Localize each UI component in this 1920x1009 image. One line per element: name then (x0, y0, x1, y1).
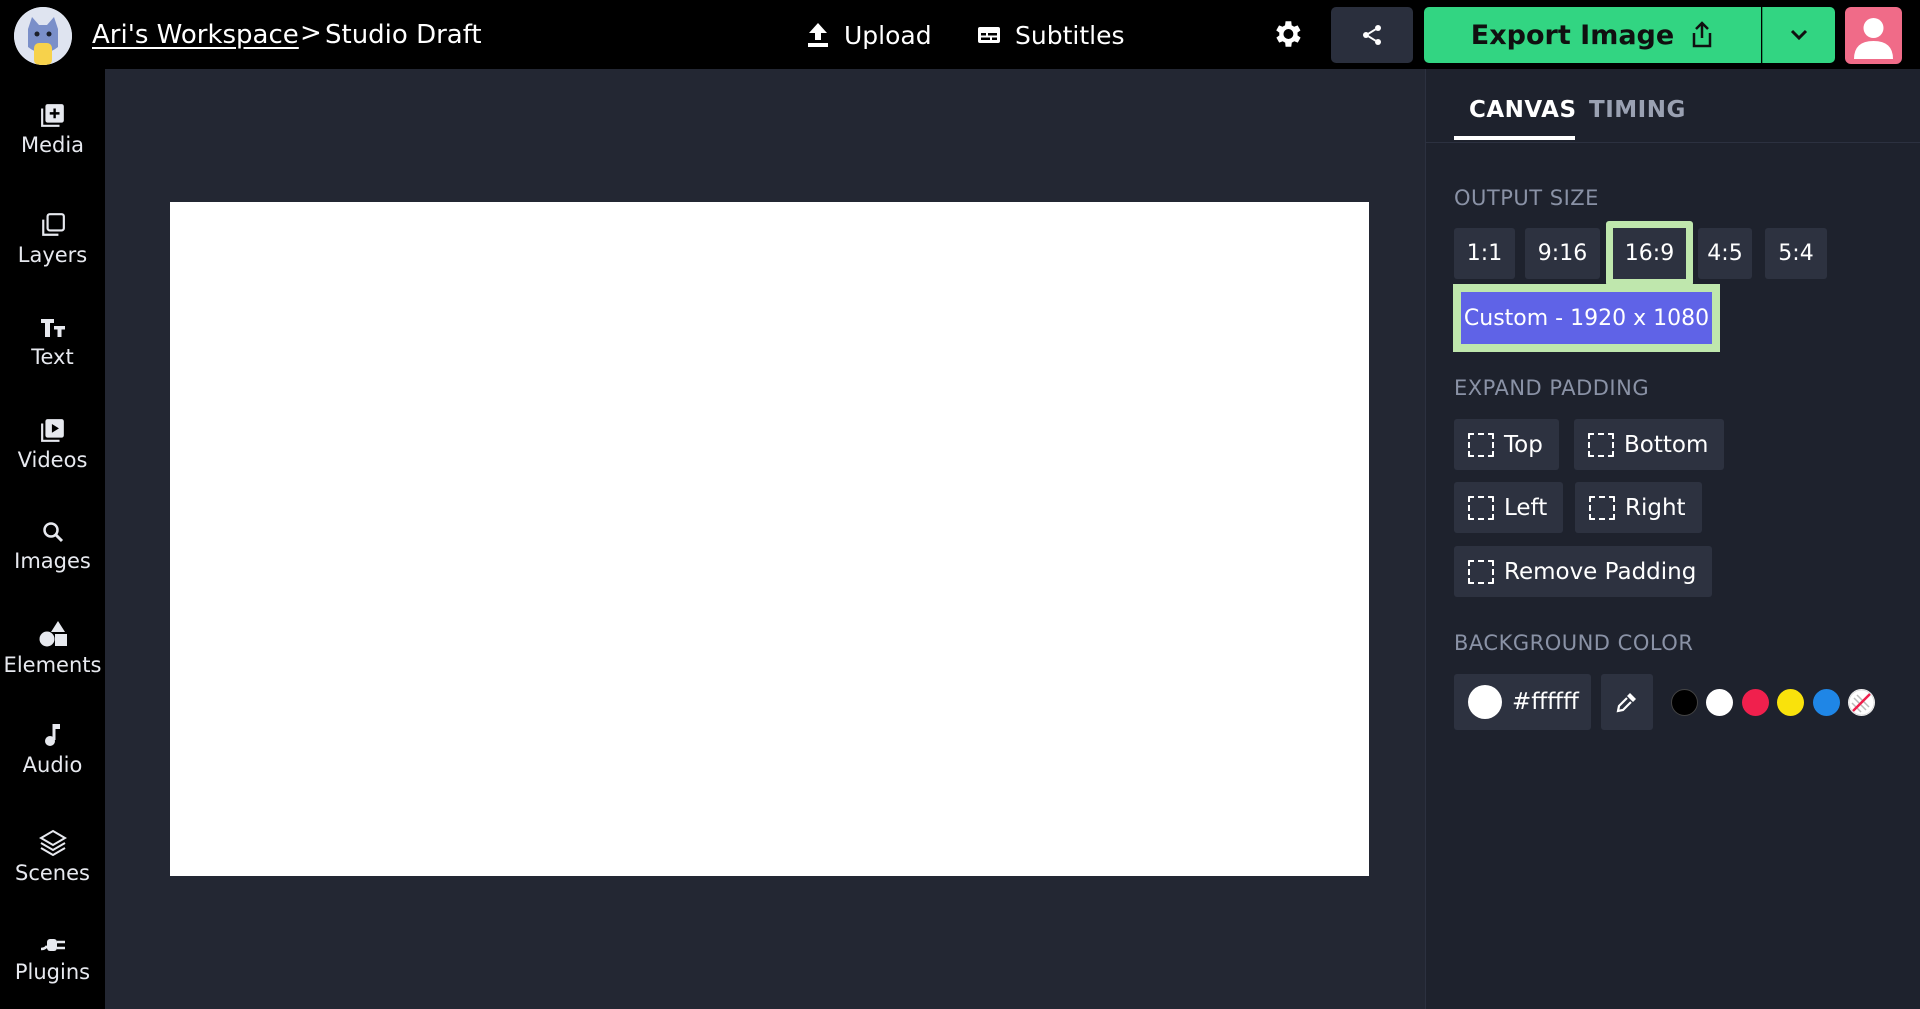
export-image-button[interactable]: Export Image (1424, 7, 1761, 63)
background-color-value: #ffffff (1512, 689, 1579, 715)
subtitles-icon (978, 27, 1000, 43)
eyedropper-button[interactable] (1601, 674, 1653, 730)
custom-size-button[interactable]: Custom - 1920 x 1080 (1453, 284, 1720, 352)
current-color-swatch (1468, 685, 1502, 719)
top-bar: Ari's Workspace > Studio Draft Upload Su… (0, 0, 1920, 69)
search-icon (42, 522, 63, 543)
remove-padding-button[interactable]: Remove Padding (1454, 546, 1713, 597)
background-color-title: BACKGROUND COLOR (1454, 631, 1694, 655)
share-button[interactable] (1331, 7, 1413, 63)
project-title[interactable]: Studio Draft (325, 18, 482, 52)
user-avatar[interactable] (1845, 7, 1902, 64)
sidebar-item-images[interactable]: Images (0, 520, 105, 574)
export-label: Export Image (1470, 19, 1675, 51)
ratio-9-16-button[interactable]: 9:16 (1525, 228, 1600, 279)
video-icon (40, 419, 64, 442)
workspace-logo[interactable] (14, 7, 72, 65)
media-add-icon (40, 104, 64, 127)
subtitles-button[interactable]: Subtitles (977, 15, 1125, 55)
sidebar-item-media[interactable]: Media (0, 102, 105, 158)
sidebar-label-videos: Videos (17, 448, 88, 472)
panel-tabs: CANVAS TIMING (1426, 69, 1920, 143)
export-share-icon (1692, 21, 1712, 48)
padding-left-label: Left (1504, 494, 1548, 521)
breadcrumb-separator: > (300, 18, 322, 48)
upload-label: Upload (844, 20, 932, 50)
upload-icon (808, 23, 828, 47)
swatch-blue[interactable] (1813, 689, 1840, 716)
chevron-down-icon (1790, 29, 1808, 41)
ratio-1-1-button[interactable]: 1:1 (1454, 228, 1515, 279)
no-color-icon (1848, 689, 1875, 716)
settings-button[interactable] (1270, 17, 1304, 51)
padding-top-icon (1468, 432, 1494, 457)
padding-left-icon (1468, 495, 1494, 520)
share-icon (1363, 25, 1381, 45)
sidebar-label-plugins: Plugins (14, 960, 91, 984)
export-options-dropdown[interactable] (1762, 7, 1835, 63)
sidebar-label-text: Text (31, 345, 74, 369)
sidebar-label-audio: Audio (22, 753, 83, 777)
sidebar-item-audio[interactable]: Audio (0, 722, 105, 778)
shapes-icon (39, 621, 67, 647)
expand-padding-title: EXPAND PADDING (1454, 376, 1650, 400)
ratio-4-5-button[interactable]: 4:5 (1698, 228, 1752, 279)
sidebar-item-plugins[interactable]: Plugins (0, 935, 105, 985)
padding-top-button[interactable]: Top (1454, 419, 1559, 470)
user-icon (1854, 18, 1893, 59)
swatch-red[interactable] (1742, 689, 1769, 716)
sidebar-label-media: Media (20, 133, 85, 157)
swatch-yellow[interactable] (1777, 689, 1804, 716)
sidebar-label-layers: Layers (17, 243, 88, 267)
tab-timing[interactable]: TIMING (1589, 97, 1686, 123)
sidebar-item-elements[interactable]: Elements (0, 620, 105, 678)
swatch-transparent[interactable] (1848, 689, 1875, 716)
padding-top-label: Top (1504, 431, 1543, 458)
swatch-white[interactable] (1706, 689, 1733, 716)
canvas-workspace (105, 69, 1425, 1009)
padding-bottom-label: Bottom (1624, 431, 1709, 458)
sidebar-label-elements: Elements (3, 653, 102, 677)
design-canvas[interactable] (170, 202, 1369, 876)
padding-right-icon (1589, 495, 1615, 520)
upload-button[interactable]: Upload (806, 15, 932, 55)
cat-logo-icon (14, 7, 72, 65)
swatch-black[interactable] (1671, 689, 1698, 716)
sidebar-label-scenes: Scenes (15, 861, 90, 885)
properties-panel: CANVAS TIMING OUTPUT SIZE 1:1 9:16 16:9 … (1425, 69, 1920, 1009)
active-tab-indicator (1454, 136, 1575, 140)
text-icon (40, 319, 65, 337)
plug-icon (40, 939, 65, 951)
left-sidebar: Media Layers Text Videos Images Elements… (0, 69, 105, 1009)
ratio-5-4-button[interactable]: 5:4 (1765, 228, 1827, 279)
padding-right-label: Right (1625, 494, 1686, 521)
sidebar-item-videos[interactable]: Videos (0, 417, 105, 473)
eyedropper-icon (1616, 693, 1636, 713)
sidebar-item-text[interactable]: Text (0, 316, 105, 370)
padding-bottom-button[interactable]: Bottom (1574, 419, 1725, 470)
subtitles-label: Subtitles (1015, 20, 1125, 50)
stack-icon (38, 829, 67, 856)
remove-padding-icon (1468, 559, 1494, 584)
background-color-field[interactable]: #ffffff (1454, 674, 1591, 730)
sidebar-item-layers[interactable]: Layers (0, 212, 105, 268)
music-note-icon (44, 724, 60, 746)
sidebar-label-images: Images (14, 549, 91, 573)
remove-padding-label: Remove Padding (1504, 558, 1697, 585)
tab-canvas[interactable]: CANVAS (1469, 97, 1577, 123)
ratio-16-9-button[interactable]: 16:9 (1606, 221, 1693, 286)
padding-right-button[interactable]: Right (1575, 482, 1702, 533)
breadcrumb-workspace[interactable]: Ari's Workspace (92, 18, 299, 52)
padding-bottom-icon (1588, 432, 1614, 457)
sidebar-item-scenes[interactable]: Scenes (0, 828, 105, 886)
gear-icon (1276, 21, 1301, 47)
output-size-title: OUTPUT SIZE (1454, 186, 1599, 210)
layers-icon (41, 213, 65, 236)
padding-left-button[interactable]: Left (1454, 482, 1564, 533)
